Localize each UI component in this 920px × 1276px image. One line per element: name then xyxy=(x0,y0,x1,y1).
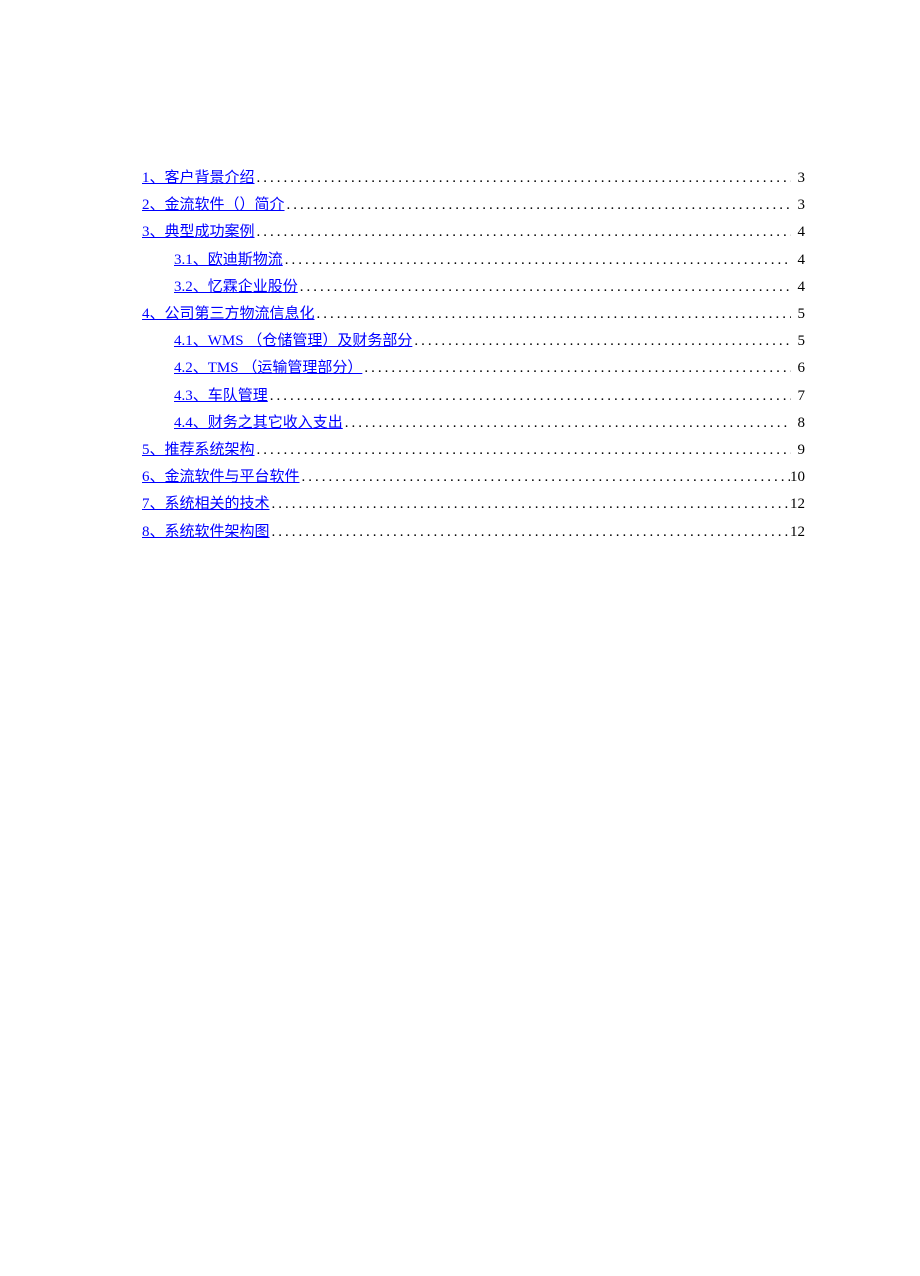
toc-leader-dots xyxy=(300,464,790,491)
toc-entry: 4.4、财务之其它收入支出 8 xyxy=(142,410,805,437)
toc-link[interactable]: 7、系统相关的技术 xyxy=(142,491,270,518)
toc-entry: 5、推荐系统架构 9 xyxy=(142,437,805,464)
toc-link[interactable]: 2、金流软件（）简介 xyxy=(142,192,285,219)
table-of-contents: 1、客户背景介绍 3 2、金流软件（）简介 3 3、典型成功案例 4 3.1、欧… xyxy=(142,165,805,546)
toc-entry: 8、系统软件架构图 12 xyxy=(142,519,805,546)
toc-entry: 4、公司第三方物流信息化 5 xyxy=(142,301,805,328)
toc-entry: 2、金流软件（）简介 3 xyxy=(142,192,805,219)
toc-link[interactable]: 3.1、欧迪斯物流 xyxy=(174,247,283,274)
toc-entry: 4.1、WMS （仓储管理）及财务部分 5 xyxy=(142,328,805,355)
toc-leader-dots xyxy=(362,355,791,382)
toc-entry: 4.2、TMS （运输管理部分） 6 xyxy=(142,355,805,382)
toc-page-number: 3 xyxy=(791,165,805,192)
toc-page-number: 3 xyxy=(791,192,805,219)
toc-leader-dots xyxy=(255,219,791,246)
toc-leader-dots xyxy=(255,437,791,464)
toc-entry: 4.3、车队管理 7 xyxy=(142,383,805,410)
toc-page-number: 4 xyxy=(791,247,805,274)
toc-link[interactable]: 4.4、财务之其它收入支出 xyxy=(174,410,343,437)
toc-leader-dots xyxy=(255,165,791,192)
toc-leader-dots xyxy=(270,519,790,546)
toc-link[interactable]: 4.1、WMS （仓储管理）及财务部分 xyxy=(174,328,412,355)
toc-link[interactable]: 4、公司第三方物流信息化 xyxy=(142,301,315,328)
toc-page-number: 12 xyxy=(790,519,805,546)
toc-link[interactable]: 5、推荐系统架构 xyxy=(142,437,255,464)
toc-page-number: 4 xyxy=(791,274,805,301)
toc-entry: 3.2、忆霖企业股份 4 xyxy=(142,274,805,301)
toc-entry: 3、典型成功案例 4 xyxy=(142,219,805,246)
toc-leader-dots xyxy=(343,410,791,437)
toc-link[interactable]: 8、系统软件架构图 xyxy=(142,519,270,546)
toc-leader-dots xyxy=(268,383,791,410)
toc-entry: 1、客户背景介绍 3 xyxy=(142,165,805,192)
toc-link[interactable]: 6、金流软件与平台软件 xyxy=(142,464,300,491)
toc-page-number: 8 xyxy=(791,410,805,437)
toc-page-number: 10 xyxy=(790,464,805,491)
toc-page-number: 6 xyxy=(791,355,805,382)
toc-link[interactable]: 1、客户背景介绍 xyxy=(142,165,255,192)
toc-leader-dots xyxy=(298,274,791,301)
toc-page-number: 5 xyxy=(791,301,805,328)
toc-leader-dots xyxy=(283,247,791,274)
toc-link[interactable]: 3、典型成功案例 xyxy=(142,219,255,246)
toc-leader-dots xyxy=(315,301,791,328)
toc-entry: 6、金流软件与平台软件 10 xyxy=(142,464,805,491)
toc-page-number: 7 xyxy=(791,383,805,410)
toc-leader-dots xyxy=(270,491,790,518)
toc-leader-dots xyxy=(285,192,791,219)
toc-page-number: 4 xyxy=(791,219,805,246)
toc-link[interactable]: 3.2、忆霖企业股份 xyxy=(174,274,298,301)
toc-page-number: 9 xyxy=(791,437,805,464)
toc-link[interactable]: 4.2、TMS （运输管理部分） xyxy=(174,355,362,382)
toc-entry: 3.1、欧迪斯物流 4 xyxy=(142,247,805,274)
toc-leader-dots xyxy=(412,328,791,355)
toc-page-number: 12 xyxy=(790,491,805,518)
toc-link[interactable]: 4.3、车队管理 xyxy=(174,383,268,410)
toc-page-number: 5 xyxy=(791,328,805,355)
toc-entry: 7、系统相关的技术 12 xyxy=(142,491,805,518)
